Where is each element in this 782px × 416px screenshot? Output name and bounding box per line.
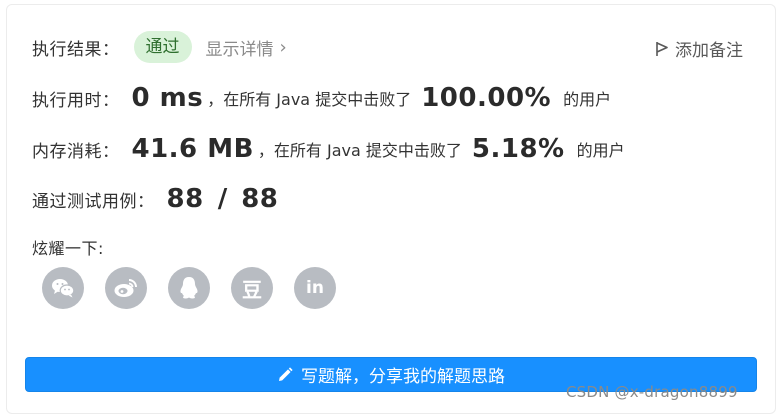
share-row: 炫耀一下: — [32, 235, 104, 259]
runtime-suffix: 的用户 — [563, 90, 612, 109]
runtime-row: 执行用时： 0 ms ，在所有 Java 提交中击败了 100.00% 的用户 — [32, 83, 611, 113]
result-row: 执行结果： 通过 显示详情 › — [32, 31, 287, 63]
share-label: 炫耀一下: — [32, 239, 104, 258]
tests-separator: / — [217, 184, 228, 214]
memory-label: 内存消耗： — [32, 141, 120, 162]
memory-row: 内存消耗： 41.6 MB ，在所有 Java 提交中击败了 5.18% 的用户 — [32, 134, 625, 164]
runtime-label: 执行用时： — [32, 90, 120, 111]
tests-total: 88 — [241, 184, 279, 214]
tests-label: 通过测试用例： — [32, 191, 155, 212]
qq-icon[interactable] — [168, 267, 210, 309]
runtime-beat-text: ，在所有 Java 提交中击败了 — [207, 90, 412, 109]
status-badge: 通过 — [133, 31, 192, 63]
tests-passed: 88 — [166, 184, 204, 214]
memory-beat-text: ，在所有 Java 提交中击败了 — [257, 141, 462, 160]
show-details-link[interactable]: 显示详情 › — [206, 35, 287, 60]
qq-glyph — [180, 277, 198, 299]
submission-result-card: 执行结果： 通过 显示详情 › 添加备注 执行用时： 0 ms ，在所有 Jav… — [6, 4, 776, 414]
pencil-icon — [279, 366, 293, 381]
memory-suffix: 的用户 — [576, 141, 625, 160]
runtime-value: 0 ms — [131, 83, 204, 113]
tests-row: 通过测试用例： 88 / 88 — [32, 184, 278, 214]
linkedin-icon[interactable]: in — [294, 267, 336, 309]
weibo-icon[interactable] — [105, 267, 147, 309]
show-details-label: 显示详情 — [205, 39, 274, 60]
add-note-label: 添加备注 — [675, 41, 743, 61]
flag-icon — [656, 41, 668, 56]
wechat-glyph — [52, 279, 75, 298]
chevron-right-icon: › — [279, 36, 287, 58]
weibo-glyph — [114, 279, 137, 297]
result-label: 执行结果： — [32, 39, 120, 60]
csdn-watermark: CSDN @x-dragon8899 — [566, 383, 738, 401]
memory-value: 41.6 MB — [131, 134, 254, 164]
wechat-icon[interactable] — [42, 267, 84, 309]
write-solution-label: 写题解，分享我的解题思路 — [301, 367, 505, 387]
share-icons: 豆 in — [42, 267, 336, 309]
memory-percent: 5.18% — [471, 134, 565, 164]
add-note-button[interactable]: 添加备注 — [655, 36, 743, 61]
runtime-percent: 100.00% — [421, 83, 552, 113]
douban-icon[interactable]: 豆 — [231, 267, 273, 309]
